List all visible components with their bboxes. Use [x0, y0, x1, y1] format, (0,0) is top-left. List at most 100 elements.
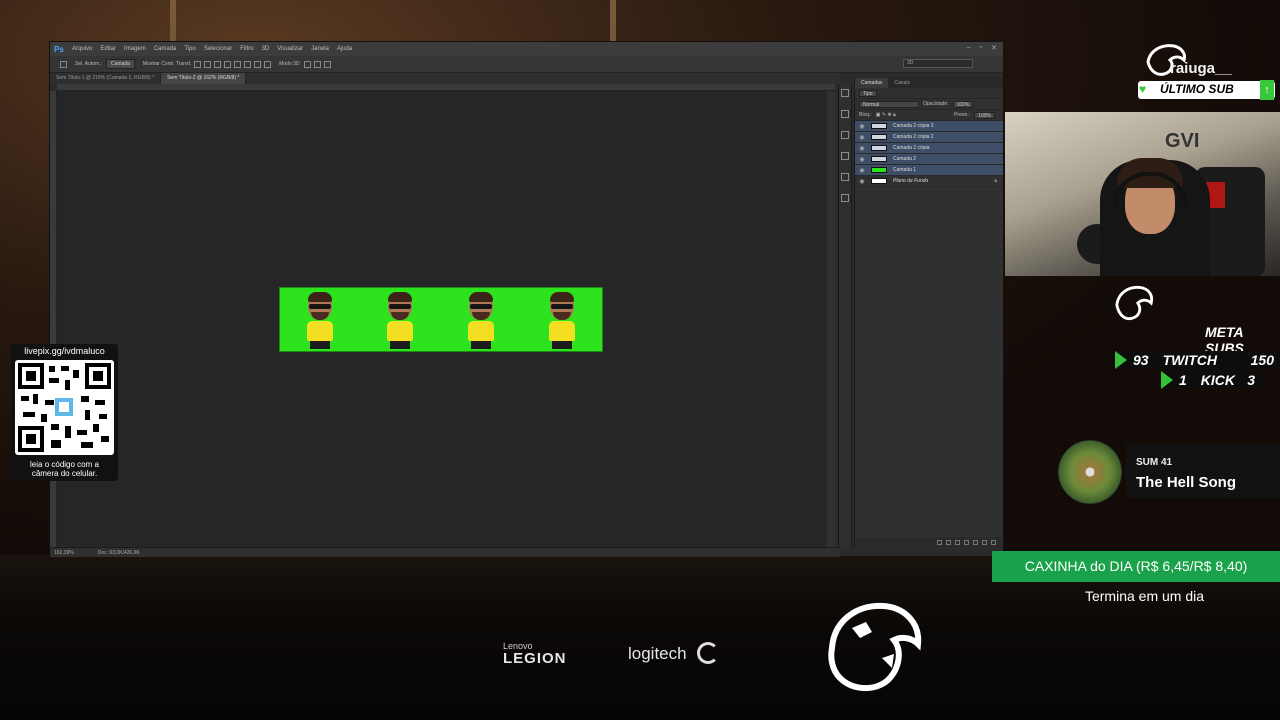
- last-sub-name: raiuga__: [1170, 60, 1232, 77]
- panel-bottom-bar: [855, 537, 1002, 547]
- goal-count: 93: [1133, 352, 1149, 368]
- mask-icon[interactable]: [955, 539, 960, 545]
- align-center-icon[interactable]: [234, 60, 242, 68]
- character-figure: [300, 292, 340, 352]
- goal-count: 1: [1179, 372, 1187, 388]
- donation-goal-bar: CAXINHA do DIA (R$ 6,45/R$ 8,40): [992, 551, 1280, 582]
- adjustment-icon[interactable]: [964, 539, 969, 545]
- move-tool-icon[interactable]: [60, 60, 67, 68]
- green-screen-image[interactable]: [279, 287, 603, 352]
- album-disc-icon: [1058, 440, 1122, 504]
- layer-thumbnail: [871, 178, 887, 184]
- heart-icon: ♥: [1139, 82, 1147, 96]
- mode-3d-label: Modo 3D:: [279, 61, 301, 67]
- auto-select-dropdown[interactable]: Camada: [105, 59, 135, 69]
- show-transform-label[interactable]: Mostrar Contr. Transf.: [143, 61, 191, 67]
- opacity-label: Opacidade:: [923, 101, 949, 107]
- menu-visualizar[interactable]: Visualizar: [277, 46, 303, 52]
- blend-mode-select[interactable]: Normal: [859, 100, 919, 108]
- menu-imagem[interactable]: Imagem: [124, 46, 146, 52]
- layer-row[interactable]: ◉ Camada 2 cópia: [855, 143, 1003, 154]
- qr-code: [15, 360, 114, 455]
- paragraph-icon[interactable]: [841, 173, 849, 181]
- photoshop-logo: Ps: [54, 44, 64, 54]
- visibility-eye-icon[interactable]: ◉: [857, 134, 867, 141]
- menu-filtro[interactable]: Filtro: [240, 46, 253, 52]
- align-left-icon[interactable]: [224, 60, 232, 68]
- menu-janela[interactable]: Janela: [311, 46, 329, 52]
- layer-row[interactable]: ◉ Camada 1: [855, 165, 1003, 176]
- menu-tipo[interactable]: Tipo: [184, 46, 195, 52]
- character-figure: [461, 292, 501, 352]
- layer-name: Camada 2 cópia: [893, 145, 930, 151]
- auto-select-label[interactable]: Sel. Autom.:: [75, 61, 102, 67]
- character-figure: [542, 292, 582, 352]
- layer-kind-filter[interactable]: Tipo: [859, 89, 877, 97]
- zoom-level[interactable]: 162,39%: [54, 550, 74, 556]
- wall-sign: GVI: [1165, 130, 1200, 152]
- tab-canais[interactable]: Canais: [888, 78, 916, 88]
- layer-row[interactable]: ◉ Camada 2: [855, 154, 1003, 165]
- visibility-eye-icon[interactable]: ◉: [857, 167, 867, 174]
- layer-row[interactable]: ◉ Camada 2 cópia 3: [855, 121, 1003, 132]
- menu-ajuda[interactable]: Ajuda: [337, 46, 352, 52]
- donation-goal-text: CAXINHA do DIA (R$ 6,45/R$ 8,40): [1024, 558, 1248, 574]
- lock-icon[interactable]: ▣ ✎ ✥ 🔒︎: [876, 112, 896, 118]
- distribute-icon[interactable]: [254, 60, 262, 68]
- layer-name: Camada 2 cópia 3: [893, 123, 934, 129]
- pan-3d-icon[interactable]: [323, 60, 331, 68]
- align-top-icon[interactable]: [194, 60, 202, 68]
- align-bottom-icon[interactable]: [214, 60, 222, 68]
- workspace-select[interactable]: 3D: [903, 59, 973, 68]
- doc-size: Doc: 93,0K/426,9K: [97, 549, 140, 556]
- menu-editar[interactable]: Editar: [100, 46, 116, 52]
- webcam-feed: GVI: [1005, 112, 1280, 276]
- donation-ends-text: Termina em um dia: [1084, 588, 1205, 604]
- layer-row[interactable]: ◉ Camada 2 cópia 2: [855, 132, 1003, 143]
- rotate-3d-icon[interactable]: [303, 60, 311, 68]
- panther-logo-icon: [1115, 285, 1154, 321]
- menu-arquivo[interactable]: Arquivo: [72, 46, 92, 52]
- align-right-icon[interactable]: [244, 60, 252, 68]
- layer-list: ◉ Camada 2 cópia 3 ◉ Camada 2 cópia 2 ◉ Camad…: [855, 121, 1003, 187]
- visibility-eye-icon[interactable]: ◉: [857, 156, 867, 163]
- sub-goal-widget: META SUBS 93 TWITCH 150 1 KICK 3: [1005, 278, 1280, 398]
- layer-name: Camada 2: [893, 156, 917, 162]
- maximize-icon[interactable]: ▫: [980, 44, 982, 52]
- qr-url: livepix.gg/ivdmaluco: [24, 346, 105, 356]
- triangle-icon: [1161, 371, 1173, 389]
- menu-3d[interactable]: 3D: [262, 46, 270, 52]
- history-icon[interactable]: [841, 89, 849, 97]
- close-icon[interactable]: ✕: [991, 44, 997, 52]
- opacity-input[interactable]: 100%: [952, 100, 974, 108]
- tab-camadas[interactable]: Camadas: [855, 78, 889, 88]
- character-icon[interactable]: [841, 152, 849, 160]
- layer-row[interactable]: ◉ Plano de Fundo 🔒︎: [855, 176, 1003, 187]
- minimize-icon[interactable]: –: [967, 44, 971, 52]
- legion-logo: LEGION: [503, 650, 567, 667]
- menu-camada[interactable]: Camada: [154, 46, 177, 52]
- new-layer-icon[interactable]: [982, 539, 987, 545]
- visibility-eye-icon[interactable]: ◉: [857, 123, 867, 130]
- song-title: The Hell Song: [1136, 474, 1237, 491]
- tools-icon[interactable]: [841, 194, 849, 202]
- qr-caption-line: leia o código com a: [30, 460, 99, 469]
- fx-icon[interactable]: [946, 539, 951, 545]
- distribute-icon[interactable]: [264, 60, 272, 68]
- fill-input[interactable]: 100%: [974, 111, 995, 119]
- doc-tab-1[interactable]: Sem Título-1 @ 218% (Camada 2, RGB/8) *: [50, 73, 162, 84]
- layer-thumbnail: [871, 123, 887, 129]
- doc-tab-2[interactable]: Sem Título-2 @ 162% (RGB/8) *: [161, 73, 247, 84]
- link-icon[interactable]: [937, 539, 942, 545]
- properties-icon[interactable]: [841, 131, 849, 139]
- trash-icon[interactable]: [991, 539, 996, 545]
- menu-selecionar[interactable]: Selecionar: [204, 46, 232, 52]
- align-middle-icon[interactable]: [204, 60, 212, 68]
- visibility-eye-icon[interactable]: ◉: [857, 178, 867, 185]
- roll-3d-icon[interactable]: [313, 60, 321, 68]
- layer-thumbnail: [871, 134, 887, 140]
- actions-icon[interactable]: [841, 110, 849, 118]
- folder-icon[interactable]: [973, 539, 978, 545]
- visibility-eye-icon[interactable]: ◉: [857, 145, 867, 152]
- vertical-scrollbar[interactable]: [827, 91, 835, 549]
